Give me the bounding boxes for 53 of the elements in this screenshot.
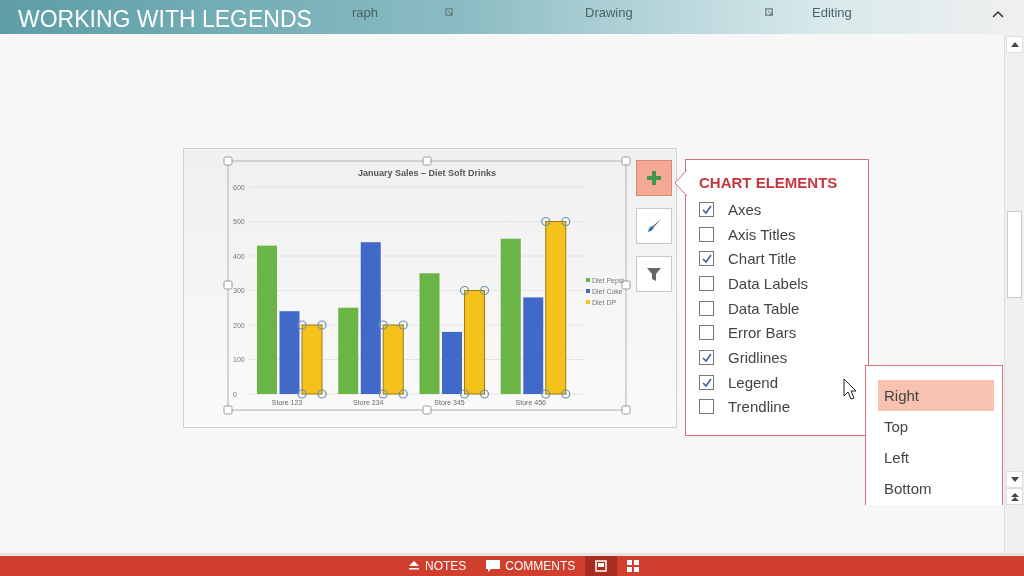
checkbox[interactable]	[699, 300, 714, 316]
status-bar-button[interactable]	[585, 556, 618, 576]
checkbox-label: Gridlines	[728, 348, 788, 366]
down-arrow-icon	[1010, 477, 1019, 482]
ribbon-group-label: Drawing	[585, 4, 634, 20]
checkbox[interactable]	[699, 201, 714, 217]
scroll-up-button[interactable]	[1006, 36, 1023, 53]
double-up-arrow-icon	[1010, 492, 1019, 501]
checkbox[interactable]	[699, 399, 714, 415]
checkbox[interactable]	[699, 349, 714, 365]
status-bar-button[interactable]: NOTES	[398, 556, 477, 576]
ribbon-group-label: Editing	[812, 4, 853, 20]
normal-view-icon	[595, 560, 608, 572]
chart-title: January Sales – Diet Soft Drinks	[357, 168, 497, 178]
plus-icon	[646, 170, 662, 186]
checkbox-label: Trendline	[728, 398, 790, 416]
bar[interactable]	[360, 242, 381, 394]
bar[interactable]	[523, 297, 544, 394]
previous-slide-button[interactable]	[1006, 488, 1023, 505]
menu-item[interactable]: Top	[878, 411, 994, 442]
panel-title: CHART ELEMENTS	[699, 174, 839, 191]
bar[interactable]	[279, 311, 300, 394]
scroll-thumb[interactable]	[1007, 211, 1022, 298]
checkbox[interactable]	[699, 226, 714, 242]
status-bar-button[interactable]: COMMENTS	[476, 556, 586, 576]
notes-icon	[408, 561, 420, 571]
paintbrush-icon	[645, 217, 663, 235]
checkbox-label: Legend	[728, 373, 779, 391]
grid-icon	[627, 560, 640, 572]
ribbon-group-label: raph	[352, 4, 380, 20]
checkbox-label: Data Table	[728, 299, 800, 317]
menu-item[interactable]: Right	[878, 380, 994, 411]
checkbox[interactable]	[699, 275, 714, 291]
checkbox-label: Axis Titles	[728, 225, 796, 243]
collapse-ribbon-icon[interactable]	[992, 10, 1004, 18]
chart-tool-button[interactable]	[636, 256, 672, 292]
menu-item[interactable]: Left	[878, 442, 994, 473]
checkbox[interactable]	[699, 374, 714, 390]
checkbox-label: Chart Title	[728, 250, 797, 268]
checkbox-label: Data Labels	[728, 274, 809, 292]
dialog-launcher-icon[interactable]	[765, 8, 773, 16]
checkbox[interactable]	[699, 251, 714, 267]
filter-icon	[646, 266, 662, 282]
checkbox-label: Axes	[728, 200, 762, 218]
menu-item[interactable]: Bottom	[878, 473, 994, 504]
checkbox[interactable]	[699, 325, 714, 341]
scroll-down-button[interactable]	[1006, 471, 1023, 488]
lesson-title: WORKING WITH LEGENDS	[18, 6, 312, 33]
up-arrow-icon	[1010, 42, 1019, 47]
checkbox-label: Error Bars	[728, 324, 797, 342]
mouse-cursor-icon	[843, 378, 859, 402]
comment-icon	[486, 560, 501, 572]
chart-frame[interactable]	[223, 156, 631, 415]
